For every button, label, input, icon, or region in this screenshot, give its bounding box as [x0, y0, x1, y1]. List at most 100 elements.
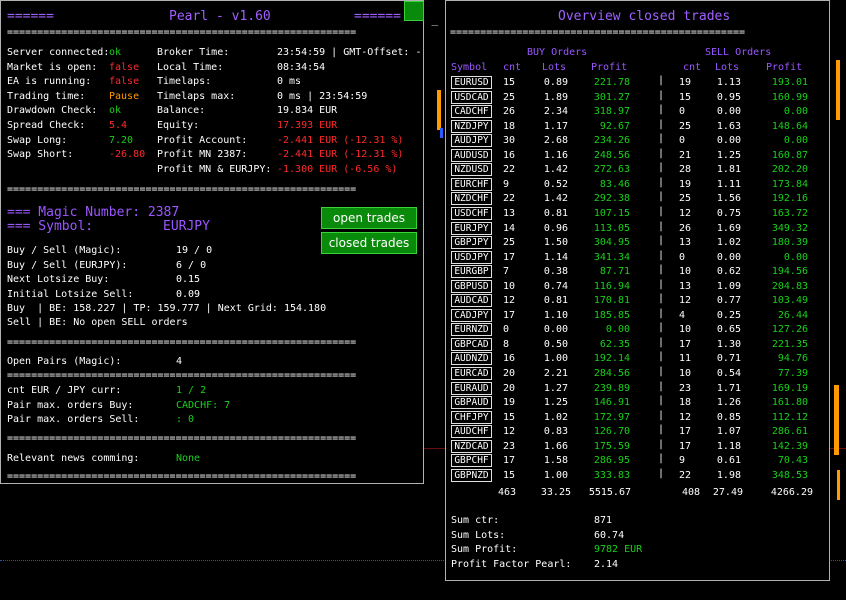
buy-cnt: 15 — [503, 77, 516, 88]
sell-cnt: 10 — [679, 266, 692, 278]
column-divider: | — [658, 205, 665, 217]
buy-cnt: 17 — [503, 455, 516, 467]
summary-label: Sum Profit: — [451, 544, 518, 556]
sell-cnt: 18 — [679, 397, 692, 409]
sell-profit: 70.43 — [777, 455, 808, 467]
buy-cnt: 22 — [503, 164, 516, 176]
sell-lots: 0.65 — [716, 324, 741, 336]
buy-lots: 1.02 — [543, 411, 568, 423]
buy-profit: 272.63 — [593, 164, 630, 176]
buy-lots: 0.81 — [543, 295, 568, 307]
col-sell-lots: Lots — [715, 62, 740, 73]
buy-lots: 1.58 — [543, 455, 568, 467]
buy-cnt: 18 — [503, 120, 516, 132]
sell-cnt: 12 — [679, 207, 692, 219]
broker-label: Timelaps max: — [157, 90, 236, 102]
symbol-badge: EURUSD — [451, 76, 492, 89]
sell-cnt: 0 — [679, 251, 686, 263]
sell-cnt: 23 — [679, 382, 692, 394]
buy-lots: 0.96 — [543, 222, 568, 234]
closed-trades-button[interactable]: closed trades — [321, 232, 417, 254]
total-sell-lots: 27.49 — [712, 487, 743, 498]
column-divider: | — [658, 104, 665, 116]
status-label: EA is running: — [7, 76, 92, 88]
buy-cnt: 16 — [503, 353, 516, 365]
sell-profit: 169.19 — [771, 382, 808, 394]
magic-number-label: === Magic Number: 2387 — [7, 205, 180, 220]
minimize-icon: _ — [431, 13, 439, 26]
sell-cnt: 10 — [679, 324, 692, 336]
column-divider: | — [658, 380, 665, 392]
summary-value: 2.14 — [594, 558, 619, 570]
open-pairs-label: Open Pairs (Magic): — [7, 356, 122, 367]
separator: ========================================… — [450, 27, 746, 38]
sell-orders-header: SELL Orders — [705, 47, 772, 58]
buy-profit: 170.81 — [593, 295, 630, 307]
col-buy-lots: Lots — [542, 62, 567, 73]
sell-lots: 1.56 — [716, 193, 741, 205]
sell-lots: 1.11 — [716, 178, 741, 190]
sell-cnt: 13 — [679, 280, 692, 292]
symbol-value: EURJPY — [163, 219, 210, 234]
status-value: false — [109, 61, 140, 73]
buy-profit: 62.35 — [599, 338, 630, 350]
info-value: 6 / 0 — [176, 259, 207, 271]
sell-profit: 173.84 — [771, 178, 808, 190]
column-divider: | — [658, 438, 665, 450]
sell-lots: 1.30 — [716, 338, 741, 350]
buy-profit: 146.91 — [593, 397, 630, 409]
sell-break-even-line: Sell | BE: No open SELL orders — [7, 317, 188, 328]
column-divider: | — [658, 278, 665, 290]
sell-cnt: 4 — [679, 309, 686, 321]
column-divider: | — [658, 191, 665, 203]
symbol-badge: EURNZD — [451, 323, 492, 337]
open-trades-button[interactable]: open trades — [321, 207, 417, 229]
column-divider: | — [658, 424, 665, 436]
symbol-badge: AUDCAD — [451, 294, 492, 308]
sell-lots: 0.00 — [716, 135, 741, 147]
buy-lots: 0.00 — [543, 324, 568, 336]
column-divider: | — [658, 409, 665, 421]
status-label: Server connected: — [7, 47, 110, 58]
minimize-button[interactable]: _ — [404, 1, 438, 26]
sell-lots: 1.18 — [716, 440, 741, 452]
symbol-badge: GBPUSD — [451, 279, 492, 293]
info-label: Next Lotsize Buy: — [7, 274, 110, 286]
sell-cnt: 17 — [679, 426, 692, 438]
buy-cnt: 30 — [503, 135, 516, 147]
sell-profit: 349.32 — [771, 222, 808, 234]
buy-lots: 1.00 — [543, 469, 568, 481]
broker-label: Equity: — [157, 120, 200, 131]
sell-cnt: 10 — [679, 368, 692, 379]
sell-profit: 127.26 — [771, 324, 808, 336]
column-divider: | — [658, 322, 665, 334]
buy-lots: 1.27 — [543, 382, 568, 394]
column-divider: | — [658, 351, 665, 363]
sell-lots: 1.25 — [716, 149, 741, 161]
summary-value: 9782 EUR — [594, 544, 643, 556]
buy-profit: 286.95 — [593, 455, 630, 467]
buy-cnt: 16 — [503, 149, 516, 161]
column-divider: | — [658, 118, 665, 130]
sell-profit: 112.12 — [771, 411, 808, 423]
sell-profit: 204.83 — [771, 280, 808, 292]
buy-lots: 1.42 — [543, 193, 568, 205]
buy-profit: 284.56 — [593, 368, 630, 379]
buy-cnt: 26 — [503, 106, 516, 118]
summary-value: 871 — [594, 515, 613, 526]
column-divider: | — [658, 336, 665, 348]
col-symbol: Symbol — [451, 62, 488, 73]
column-divider: | — [658, 147, 665, 159]
buy-lots: 1.25 — [543, 397, 568, 409]
broker-value: -2.441 EUR (-12.31 %) — [277, 149, 404, 161]
status-label: Spread Check: — [7, 120, 86, 131]
column-divider: | — [658, 162, 665, 174]
buy-cnt: 17 — [503, 309, 516, 321]
pearl-status-panel: ====== Pearl - v1.60 ====== _ ==========… — [0, 0, 438, 484]
buy-profit: 239.89 — [593, 382, 630, 394]
sell-profit: 163.72 — [771, 207, 808, 219]
symbol-badge: NZDCHF — [451, 192, 492, 206]
buy-profit: 0.00 — [605, 324, 630, 336]
buy-cnt: 22 — [503, 193, 516, 205]
column-divider: | — [658, 75, 665, 86]
